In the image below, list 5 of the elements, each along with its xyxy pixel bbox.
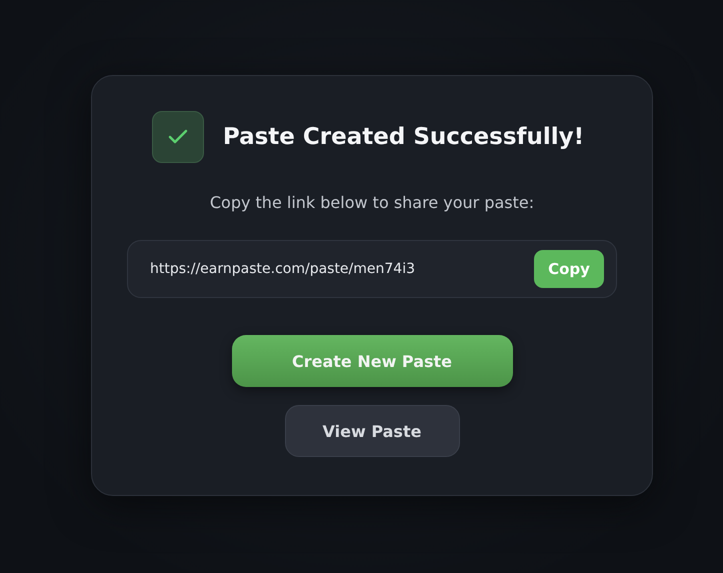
success-title: Paste Created Successfully! <box>222 124 584 150</box>
instruction-text: Copy the link below to share your paste: <box>210 193 534 212</box>
check-icon <box>152 111 204 163</box>
link-field[interactable]: https://earnpaste.com/paste/men74i3 Copy <box>127 240 617 298</box>
view-paste-button[interactable]: View Paste <box>284 405 460 457</box>
